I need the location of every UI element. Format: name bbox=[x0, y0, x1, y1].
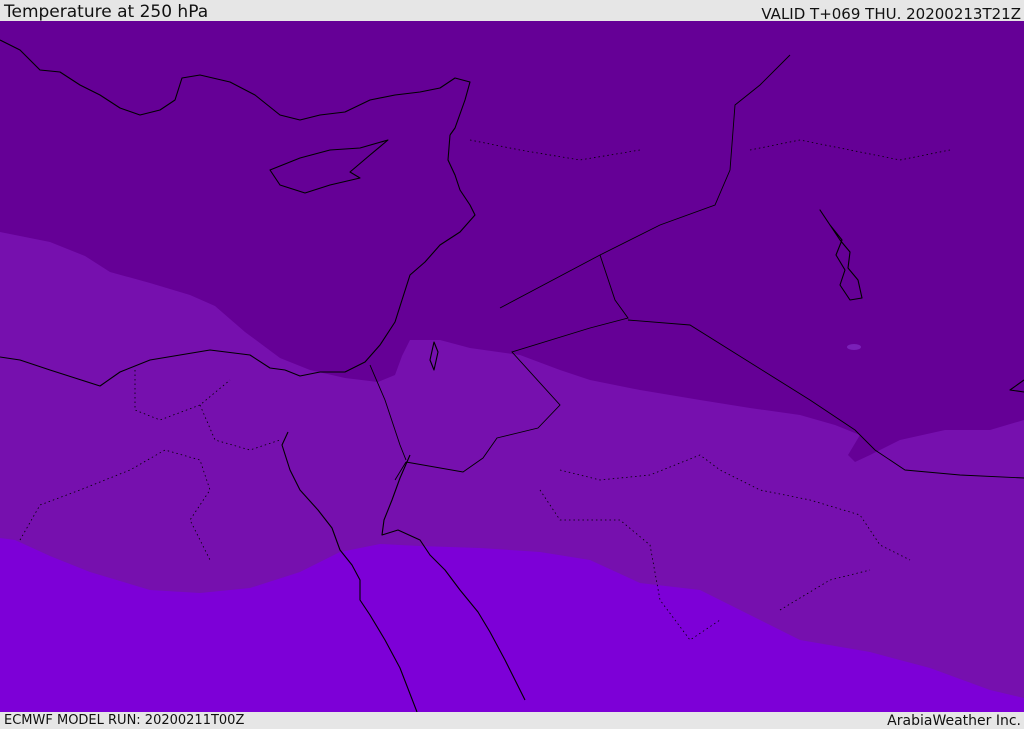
map-footer: ECMWF MODEL RUN: 20200211T00Z ArabiaWeat… bbox=[0, 712, 1024, 729]
model-run-label: ECMWF MODEL RUN: 20200211T00Z bbox=[4, 713, 245, 728]
cold-spot bbox=[847, 344, 861, 350]
valid-time-label: VALID T+069 THU. 20200213T21Z bbox=[761, 5, 1021, 23]
map-title: Temperature at 250 hPa bbox=[4, 2, 209, 22]
map-header: Temperature at 250 hPa VALID T+069 THU. … bbox=[0, 0, 1024, 23]
temperature-map bbox=[0, 21, 1024, 712]
credit-label: ArabiaWeather Inc. bbox=[887, 713, 1021, 729]
